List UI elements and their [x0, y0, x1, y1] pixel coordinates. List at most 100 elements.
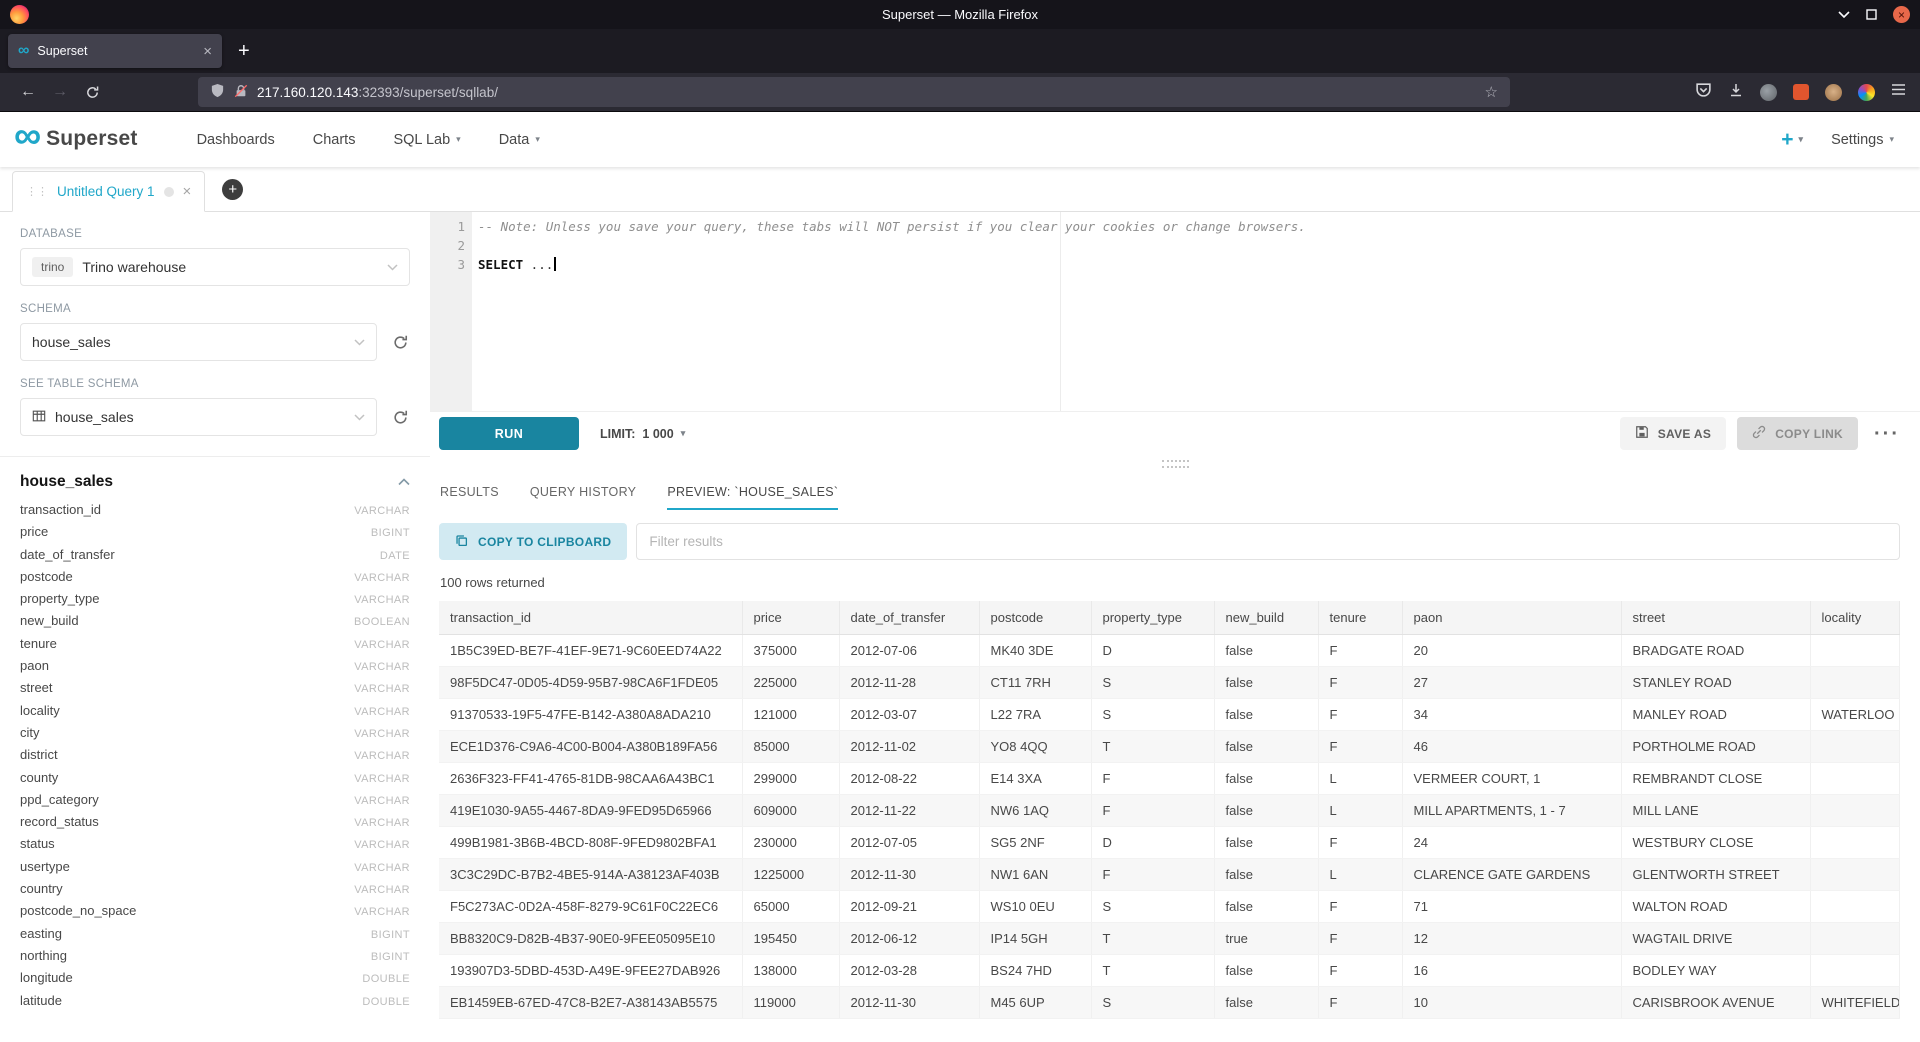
nav-data[interactable]: Data▾: [480, 112, 559, 167]
tab-results[interactable]: RESULTS: [440, 485, 499, 510]
table-row[interactable]: 91370533-19F5-47FE-B142-A380A8ADA210 121…: [439, 699, 1900, 731]
nav-charts[interactable]: Charts: [294, 112, 375, 167]
query-tab-active[interactable]: ⋮⋮ Untitled Query 1 ×: [12, 171, 205, 212]
table-row[interactable]: 499B1981-3B6B-4BCD-808F-9FED9802BFA1 230…: [439, 827, 1900, 859]
table-row[interactable]: 3C3C29DC-B7B2-4BE5-914A-A38123AF403B 122…: [439, 859, 1900, 891]
table-row[interactable]: 1B5C39ED-BE7F-41EF-9E71-9C60EED74A22 375…: [439, 635, 1900, 667]
lock-insecure-icon[interactable]: [234, 84, 248, 101]
query-tab-close-icon[interactable]: ×: [183, 184, 192, 199]
database-engine-badge: trino: [32, 257, 73, 277]
nav-sql-lab[interactable]: SQL Lab▾: [374, 112, 479, 167]
close-window-icon[interactable]: ×: [1893, 6, 1910, 23]
pinwheel-extension-icon[interactable]: [1858, 84, 1875, 101]
cell-paon: MILL APARTMENTS, 1 - 7: [1402, 795, 1621, 827]
column-list-item: date_of_transfer DATE: [20, 547, 410, 569]
schema-select[interactable]: house_sales: [20, 323, 377, 361]
refresh-schema-icon[interactable]: [390, 334, 410, 351]
filter-results-input[interactable]: [636, 523, 1900, 560]
column-header[interactable]: locality: [1810, 601, 1900, 635]
column-header[interactable]: property_type: [1091, 601, 1214, 635]
back-icon[interactable]: ←: [12, 77, 44, 107]
refresh-table-icon[interactable]: [390, 409, 410, 426]
cell-price: 1225000: [742, 859, 839, 891]
column-list-item: paon VARCHAR: [20, 658, 410, 680]
column-header[interactable]: new_build: [1214, 601, 1318, 635]
tab-query-history[interactable]: QUERY HISTORY: [530, 485, 636, 510]
shield-icon[interactable]: [210, 83, 225, 101]
cell-date-of-transfer: 2012-11-30: [839, 859, 979, 891]
reload-icon[interactable]: [76, 77, 108, 107]
database-select[interactable]: trino Trino warehouse: [20, 248, 410, 286]
table-row[interactable]: 2636F323-FF41-4765-81DB-98CAA6A43BC1 299…: [439, 763, 1900, 795]
column-type: VARCHAR: [354, 750, 410, 762]
nav-dashboards[interactable]: Dashboards: [178, 112, 294, 167]
column-header[interactable]: tenure: [1318, 601, 1402, 635]
cell-locality: [1810, 763, 1900, 795]
column-header[interactable]: street: [1621, 601, 1810, 635]
window-titlebar: Superset — Mozilla Firefox ×: [0, 0, 1920, 29]
extension-icon[interactable]: [1760, 84, 1777, 101]
cell-transaction-id: EB1459EB-67ED-47C8-B2E7-A38143AB5575: [439, 987, 742, 1019]
downloads-icon[interactable]: [1728, 82, 1744, 103]
tab-preview-house-sales[interactable]: PREVIEW: `HOUSE_SALES`: [667, 485, 838, 510]
code-area[interactable]: -- Note: Unless you save your query, the…: [472, 212, 1920, 411]
sql-code: ...: [523, 257, 553, 272]
column-header[interactable]: date_of_transfer: [839, 601, 979, 635]
column-list-item: ppd_category VARCHAR: [20, 792, 410, 814]
cell-new-build: false: [1214, 827, 1318, 859]
browser-tab-superset[interactable]: ∞ Superset ×: [8, 34, 222, 68]
column-header[interactable]: price: [742, 601, 839, 635]
add-query-tab-button[interactable]: +: [222, 179, 243, 200]
cell-price: 230000: [742, 827, 839, 859]
cell-transaction-id: ECE1D376-C9A6-4C00-B004-A380B189FA56: [439, 731, 742, 763]
column-name: record_status: [20, 814, 99, 829]
copy-icon: [455, 534, 468, 550]
database-select-value: Trino warehouse: [82, 259, 186, 275]
table-row[interactable]: BB8320C9-D82B-4B37-90E0-9FEE05095E10 195…: [439, 923, 1900, 955]
cell-tenure: F: [1318, 699, 1402, 731]
table-row[interactable]: ECE1D376-C9A6-4C00-B004-A380B189FA56 850…: [439, 731, 1900, 763]
table-row[interactable]: 193907D3-5DBD-453D-A49E-9FEE27DAB926 138…: [439, 955, 1900, 987]
more-options-icon[interactable]: ···: [1874, 424, 1900, 444]
new-tab-button[interactable]: +: [234, 41, 254, 61]
table-select[interactable]: house_sales: [20, 398, 377, 436]
save-as-button[interactable]: SAVE AS: [1620, 417, 1726, 450]
copy-to-clipboard-button[interactable]: COPY TO CLIPBOARD: [439, 523, 627, 560]
settings-menu[interactable]: Settings▾: [1831, 132, 1894, 148]
table-row[interactable]: 98F5DC47-0D05-4D59-95B7-98CA6F1FDE05 225…: [439, 667, 1900, 699]
column-list-item: postcode VARCHAR: [20, 569, 410, 591]
bookmark-star-icon[interactable]: ☆: [1485, 83, 1498, 101]
column-list-item: street VARCHAR: [20, 680, 410, 702]
column-name: easting: [20, 926, 62, 941]
column-header[interactable]: paon: [1402, 601, 1621, 635]
browser-extension-area: [1695, 81, 1908, 103]
table-row[interactable]: EB1459EB-67ED-47C8-B2E7-A38143AB5575 119…: [439, 987, 1900, 1019]
maximize-icon[interactable]: [1866, 9, 1877, 20]
pocket-icon[interactable]: [1695, 81, 1712, 103]
column-header[interactable]: postcode: [979, 601, 1091, 635]
adblock-extension-icon[interactable]: [1793, 84, 1809, 100]
run-button[interactable]: RUN: [439, 417, 579, 450]
menu-hamburger-icon[interactable]: [1891, 83, 1906, 101]
superset-brand[interactable]: ∞ Superset: [14, 127, 138, 151]
sql-editor[interactable]: 123 -- Note: Unless you save your query,…: [430, 212, 1920, 412]
drag-handle-icon[interactable]: ⋮⋮: [26, 185, 48, 198]
table-row[interactable]: F5C273AC-0D2A-458F-8279-9C61F0C22EC6 650…: [439, 891, 1900, 923]
minimize-icon[interactable]: [1838, 11, 1850, 19]
column-header[interactable]: transaction_id: [439, 601, 742, 635]
cell-postcode: BS24 7HD: [979, 955, 1091, 987]
table-row[interactable]: 419E1030-9A55-4467-8DA9-9FED95D65966 609…: [439, 795, 1900, 827]
tab-close-icon[interactable]: ×: [203, 44, 212, 59]
limit-dropdown[interactable]: LIMIT: 1 000 ▾: [600, 427, 685, 441]
resize-grip[interactable]: [1162, 460, 1189, 468]
monkey-extension-icon[interactable]: [1825, 84, 1842, 101]
column-list-item: easting BIGINT: [20, 926, 410, 948]
column-type: VARCHAR: [354, 862, 410, 874]
url-bar[interactable]: 217.160.120.143:32393/superset/sqllab/ ☆: [198, 77, 1510, 107]
forward-icon[interactable]: →: [44, 77, 76, 107]
copy-link-button[interactable]: COPY LINK: [1737, 417, 1858, 450]
column-list-item: county VARCHAR: [20, 770, 410, 792]
url-text[interactable]: 217.160.120.143:32393/superset/sqllab/: [257, 85, 498, 100]
new-item-button[interactable]: +▾: [1781, 129, 1803, 150]
collapse-table-icon[interactable]: [398, 478, 410, 486]
